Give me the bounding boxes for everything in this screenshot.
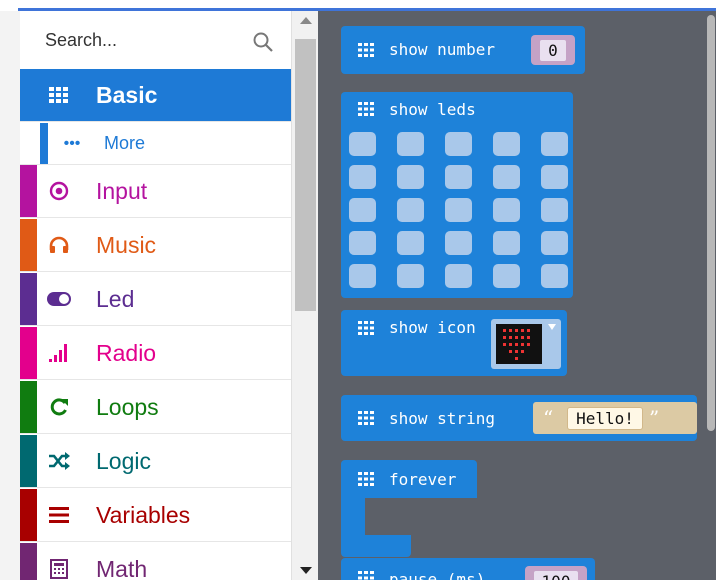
workspace-scrollbar-thumb[interactable] <box>707 15 715 431</box>
category-label: Basic <box>96 81 158 108</box>
category-label: Variables <box>96 501 191 528</box>
category-input[interactable]: Input <box>20 165 291 218</box>
block-label: pause (ms) <box>389 570 486 580</box>
category-loops[interactable]: Loops <box>20 381 291 434</box>
block-label: show string <box>389 409 495 428</box>
block-label: show number <box>389 40 495 59</box>
led-cell[interactable] <box>445 165 472 189</box>
category-variables[interactable]: Variables <box>20 489 291 542</box>
category-logic[interactable]: Logic <box>20 435 291 488</box>
led-cell[interactable] <box>349 165 376 189</box>
block-forever[interactable]: forever <box>341 460 477 498</box>
led-cell[interactable] <box>349 132 376 156</box>
category-label: Music <box>96 231 157 258</box>
target-icon <box>47 165 71 217</box>
led-cell[interactable] <box>397 132 424 156</box>
string-slot: “ Hello! ” <box>533 402 697 434</box>
led-cell[interactable] <box>445 231 472 255</box>
block-label: show leds <box>389 100 476 119</box>
search-input[interactable]: Search... <box>45 30 117 51</box>
open-quote: “ <box>543 406 554 430</box>
shuffle-icon <box>47 435 71 487</box>
led-cell[interactable] <box>541 165 568 189</box>
workspace-scrollbar[interactable] <box>704 11 716 441</box>
category-label: Input <box>96 177 148 204</box>
led-cell[interactable] <box>445 264 472 288</box>
led-cell[interactable] <box>493 165 520 189</box>
grid-icon <box>358 571 374 580</box>
icon-dropdown[interactable] <box>491 319 561 369</box>
scrollbar-thumb[interactable] <box>295 39 316 311</box>
led-cell[interactable] <box>541 264 568 288</box>
string-value-field[interactable]: Hello! <box>567 407 643 430</box>
led-cell[interactable] <box>349 198 376 222</box>
led-cell[interactable] <box>493 132 520 156</box>
grid-icon <box>358 411 374 425</box>
category-led[interactable]: Led <box>20 273 291 326</box>
scroll-down-arrow-icon[interactable] <box>300 567 312 574</box>
refresh-icon <box>47 381 71 433</box>
led-cell[interactable] <box>493 264 520 288</box>
category-math[interactable]: Math <box>20 543 291 580</box>
category-label: Logic <box>96 447 151 474</box>
led-cell[interactable] <box>397 198 424 222</box>
led-cell[interactable] <box>349 264 376 288</box>
category-basic[interactable]: Basic <box>20 69 291 122</box>
chevron-down-icon[interactable] <box>547 323 557 331</box>
editor-gutter <box>0 11 20 580</box>
led-cell[interactable] <box>541 132 568 156</box>
block-show-number[interactable]: show number 0 <box>341 26 585 74</box>
headphones-icon <box>47 219 71 271</box>
grid-icon <box>358 472 374 486</box>
heart-icon <box>496 324 542 364</box>
led-cell[interactable] <box>397 264 424 288</box>
forever-footer <box>341 535 411 557</box>
close-quote: ” <box>649 406 660 430</box>
block-show-string[interactable]: show string “ Hello! ” <box>341 395 697 441</box>
grid-icon <box>47 69 71 121</box>
toolbox: Search... Basic ••• More Input Music Led… <box>20 11 291 580</box>
led-cell[interactable] <box>397 165 424 189</box>
led-cell[interactable] <box>493 198 520 222</box>
more-dots-icon: ••• <box>63 134 81 152</box>
top-divider <box>0 0 716 11</box>
led-cell[interactable] <box>349 231 376 255</box>
category-more[interactable]: ••• More <box>20 123 291 165</box>
pause-value-field[interactable]: 100 <box>533 570 579 580</box>
toolbox-scrollbar[interactable] <box>291 11 318 580</box>
led-cell[interactable] <box>445 132 472 156</box>
category-label: Radio <box>96 339 157 366</box>
flyout-workspace: show number 0 show leds show icon show s… <box>318 11 716 580</box>
led-cell[interactable] <box>493 231 520 255</box>
category-label: Math <box>96 555 148 580</box>
category-label: More <box>104 133 146 153</box>
block-show-icon[interactable]: show icon <box>341 310 567 376</box>
toolbox-search[interactable]: Search... <box>20 11 291 69</box>
forever-spine <box>341 497 365 537</box>
makecode-editor: Search... Basic ••• More Input Music Led… <box>0 0 716 580</box>
category-radio[interactable]: Radio <box>20 327 291 380</box>
led-cell[interactable] <box>445 198 472 222</box>
led-cell[interactable] <box>541 231 568 255</box>
grid-icon <box>358 102 374 116</box>
category-label: Led <box>96 285 135 312</box>
scroll-up-arrow-icon[interactable] <box>300 17 312 24</box>
category-music[interactable]: Music <box>20 219 291 272</box>
category-label: Loops <box>96 393 159 420</box>
calculator-icon <box>47 543 71 580</box>
search-icon[interactable] <box>252 31 274 53</box>
block-label: forever <box>389 470 457 489</box>
led-cell[interactable] <box>397 231 424 255</box>
led-cell[interactable] <box>541 198 568 222</box>
toggle-icon <box>47 273 71 325</box>
block-label: show icon <box>389 318 476 337</box>
signal-bars-icon <box>47 327 71 379</box>
block-pause[interactable]: pause (ms) 100 <box>341 558 595 580</box>
block-show-leds[interactable]: show leds <box>341 92 573 298</box>
grid-icon <box>358 321 374 335</box>
list-icon <box>47 489 71 541</box>
grid-icon <box>358 43 374 57</box>
number-value-field[interactable]: 0 <box>539 39 567 62</box>
